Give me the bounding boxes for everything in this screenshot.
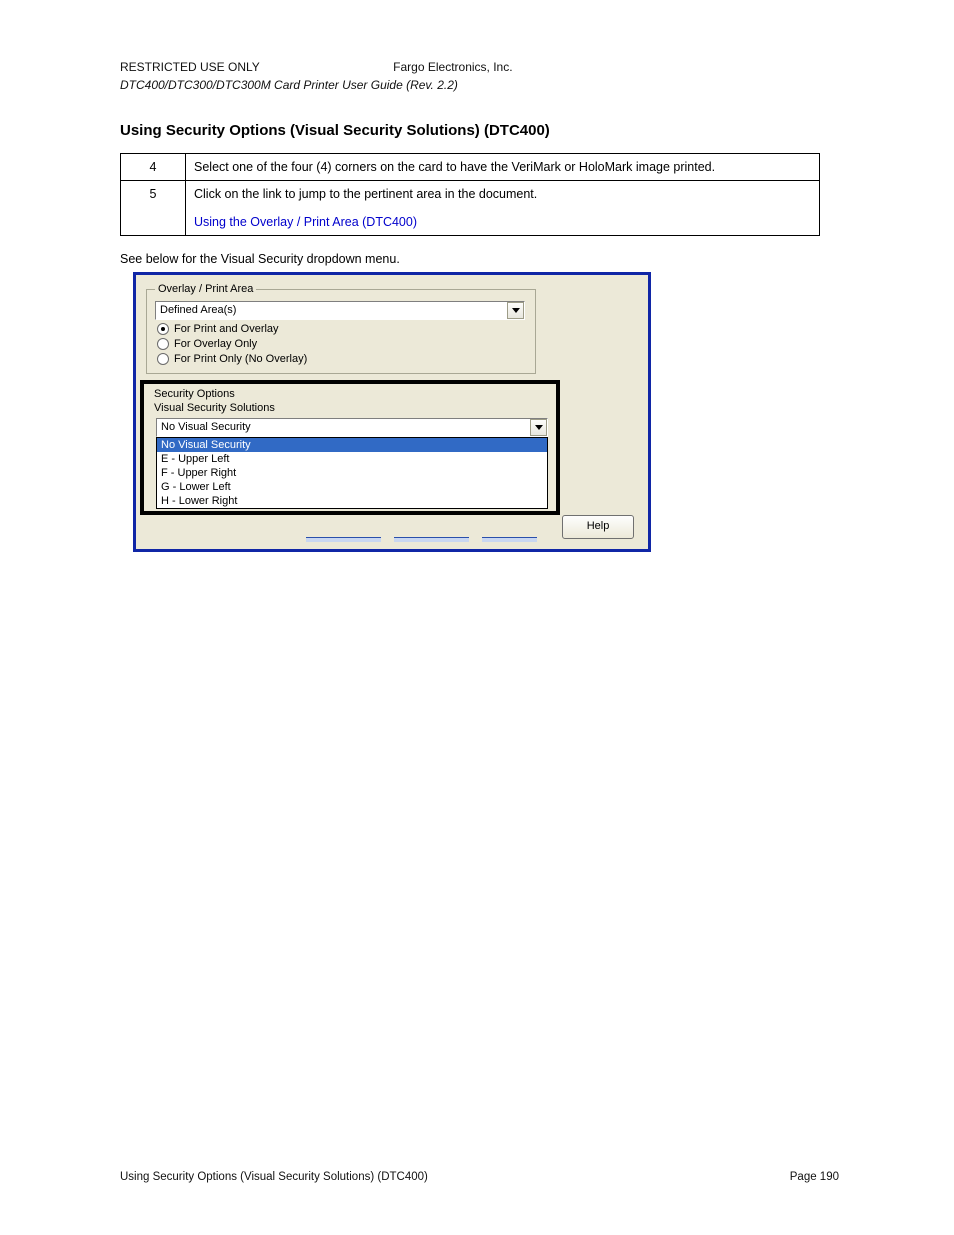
- step-text: Click on the link to jump to the pertine…: [186, 181, 820, 236]
- overlay-group-legend: Overlay / Print Area: [155, 283, 256, 295]
- step-num: 5: [121, 181, 186, 236]
- section-title: Using Security Options (Visual Security …: [120, 122, 839, 139]
- dropdown-option[interactable]: F - Upper Right: [157, 466, 547, 480]
- radio-print-only[interactable]: For Print Only (No Overlay): [157, 353, 527, 365]
- footer-right: Page 190: [790, 1171, 839, 1183]
- footer-left: Using Security Options (Visual Security …: [120, 1171, 428, 1183]
- combo-dropdown-button[interactable]: [507, 302, 524, 319]
- doc-header: RESTRICTED USE ONLY Fargo Electronics, I…: [120, 60, 839, 74]
- step-text: Select one of the four (4) corners on th…: [186, 154, 820, 181]
- chevron-down-icon: [512, 308, 520, 313]
- security-sub: Visual Security Solutions: [154, 402, 548, 414]
- fargo-label: Fargo Electronics, Inc.: [393, 60, 512, 74]
- radio-icon: [157, 338, 169, 350]
- dialog-panel: Overlay / Print Area Defined Area(s) For…: [133, 272, 651, 552]
- restricted-label: RESTRICTED USE ONLY: [120, 60, 260, 74]
- visual-security-combo[interactable]: No Visual Security: [156, 418, 548, 437]
- visual-security-value: No Visual Security: [157, 419, 530, 436]
- security-options-highlight: Security Options Visual Security Solutio…: [140, 380, 560, 515]
- radio-label: For Overlay Only: [174, 338, 257, 350]
- dropdown-option[interactable]: E - Upper Left: [157, 452, 547, 466]
- page-footer: Using Security Options (Visual Security …: [120, 1171, 839, 1183]
- figure-caption: See below for the Visual Security dropdo…: [120, 252, 839, 266]
- step-text-line: Click on the link to jump to the pertine…: [194, 187, 537, 201]
- security-legend: Security Options: [154, 388, 548, 400]
- radio-icon: [157, 353, 169, 365]
- cancel-button-fragment: [394, 537, 469, 542]
- defined-area-value: Defined Area(s): [156, 302, 507, 319]
- radio-overlay-only[interactable]: For Overlay Only: [157, 338, 527, 350]
- dropdown-option[interactable]: No Visual Security: [157, 438, 547, 452]
- step-table: 4 Select one of the four (4) corners on …: [120, 153, 820, 236]
- combo-dropdown-button[interactable]: [530, 419, 547, 436]
- overlay-print-area-group: Overlay / Print Area Defined Area(s) For…: [146, 283, 536, 374]
- radio-label: For Print Only (No Overlay): [174, 353, 307, 365]
- ok-button-fragment: [306, 537, 381, 542]
- radio-label: For Print and Overlay: [174, 323, 279, 335]
- step-link[interactable]: Using the Overlay / Print Area (DTC400): [194, 215, 417, 229]
- visual-security-dropdown[interactable]: No Visual Security E - Upper Left F - Up…: [156, 437, 548, 509]
- defined-area-combo[interactable]: Defined Area(s): [155, 301, 525, 320]
- table-row: 5 Click on the link to jump to the perti…: [121, 181, 820, 236]
- dropdown-option[interactable]: H - Lower Right: [157, 494, 547, 508]
- help-button[interactable]: Help: [562, 515, 634, 539]
- table-row: 4 Select one of the four (4) corners on …: [121, 154, 820, 181]
- dropdown-option[interactable]: G - Lower Left: [157, 480, 547, 494]
- apply-button-fragment: [482, 537, 537, 542]
- step-num: 4: [121, 154, 186, 181]
- doc-product: DTC400/DTC300/DTC300M Card Printer User …: [120, 78, 839, 92]
- chevron-down-icon: [535, 425, 543, 430]
- radio-print-and-overlay[interactable]: For Print and Overlay: [157, 323, 527, 335]
- radio-icon: [157, 323, 169, 335]
